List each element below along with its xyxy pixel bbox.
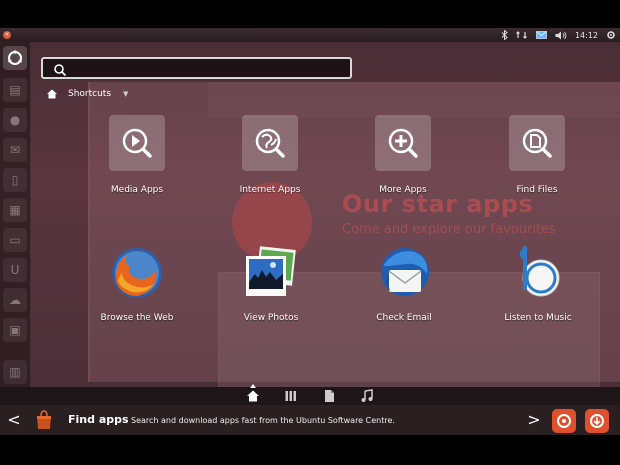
shortcut-media-apps[interactable]: Media Apps xyxy=(87,115,187,215)
shortcut-label: Media Apps xyxy=(110,185,164,195)
shortcut-find-files[interactable]: Find Files xyxy=(487,115,587,215)
network-icon[interactable] xyxy=(512,28,532,42)
thunderbird-icon xyxy=(381,248,429,296)
gear-icon[interactable] xyxy=(602,28,620,42)
launcher-ubuntu-one[interactable]: ☁ xyxy=(3,288,27,312)
shortcut-more-apps[interactable]: More Apps xyxy=(353,115,453,215)
filter-row[interactable]: Shortcuts ▼ xyxy=(46,87,128,101)
spreadsheet-icon: ▦ xyxy=(9,203,21,217)
music-icon xyxy=(361,389,373,402)
app-view-photos[interactable]: View Photos xyxy=(216,244,326,344)
banner-description: Search and download apps fast from the U… xyxy=(131,416,395,425)
find-files-icon xyxy=(522,128,552,158)
app-check-email[interactable]: Check Email xyxy=(349,244,459,344)
launcher-software-centre[interactable]: U xyxy=(3,258,27,282)
internet-apps-icon xyxy=(255,128,285,158)
more-apps-icon xyxy=(388,128,418,158)
shortcut-label: Internet Apps xyxy=(239,185,301,195)
launcher-writer[interactable]: ▯ xyxy=(3,168,27,192)
software-centre-icon: U xyxy=(10,263,20,277)
dash-home-button[interactable] xyxy=(3,46,27,70)
app-label: Browse the Web xyxy=(100,313,174,323)
ubuntu-logo-icon xyxy=(8,50,22,65)
letterbox-bottom xyxy=(0,435,620,465)
lens-files[interactable] xyxy=(321,388,337,404)
shortcut-tile xyxy=(375,115,431,171)
bluetooth-icon[interactable] xyxy=(497,28,512,42)
shortcut-tile xyxy=(109,115,165,171)
launcher-calc[interactable]: ▦ xyxy=(3,198,27,222)
filter-label: Shortcuts xyxy=(68,89,112,99)
launcher-impress[interactable]: ▭ xyxy=(3,228,27,252)
clock-label[interactable]: 14:12 xyxy=(571,28,602,42)
app-label: Listen to Music xyxy=(504,313,572,323)
shortcut-tile xyxy=(242,115,298,171)
software-centre-banner: < Find apps Search and download apps fas… xyxy=(0,405,620,435)
close-window-button[interactable]: × xyxy=(3,31,11,39)
launcher-home-folder[interactable]: ▤ xyxy=(3,78,27,102)
banner-title[interactable]: Find apps xyxy=(68,413,129,426)
top-panel: 14:12 xyxy=(0,28,620,42)
browser-icon: ● xyxy=(9,113,21,127)
mail-app-icon: ✉ xyxy=(9,143,21,157)
shortcut-tile xyxy=(509,115,565,171)
cloud-icon: ☁ xyxy=(9,293,21,307)
presentation-icon: ▭ xyxy=(9,233,21,247)
launcher: ▤ ● ✉ ▯ ▦ ▭ U ☁ ▣ ▥ xyxy=(0,42,31,387)
lens-bar xyxy=(0,384,620,405)
trash-icon: ▥ xyxy=(9,365,21,379)
volume-icon[interactable] xyxy=(551,28,571,42)
home-icon xyxy=(47,89,57,99)
screen: 14:12 × Our star apps Come and explore o… xyxy=(0,0,620,465)
workspaces-icon: ▣ xyxy=(9,323,21,337)
app-label: Check Email xyxy=(376,313,432,323)
applications-icon xyxy=(285,391,296,401)
app-browse-web[interactable]: Browse the Web xyxy=(82,244,192,344)
firefox-icon xyxy=(112,248,162,298)
shortcut-internet-apps[interactable]: Internet Apps xyxy=(220,115,320,215)
shortcut-label: Find Files xyxy=(516,185,558,195)
shopping-bag-icon xyxy=(37,410,51,429)
launcher-trash[interactable]: ▥ xyxy=(3,360,27,384)
featured-app-2[interactable] xyxy=(585,409,609,433)
shortcut-label: More Apps xyxy=(379,185,427,195)
search-input[interactable] xyxy=(73,61,347,79)
lens-applications[interactable] xyxy=(283,388,299,404)
mail-icon[interactable] xyxy=(532,28,551,42)
search-icon xyxy=(54,64,67,77)
app-label: View Photos xyxy=(243,313,299,323)
banshee-icon xyxy=(519,246,560,297)
letterbox-top xyxy=(0,0,620,28)
chevron-down-icon[interactable]: ▼ xyxy=(123,90,128,98)
files-icon xyxy=(325,390,334,402)
media-apps-icon xyxy=(122,128,152,158)
background-subline: Come and explore our favourites xyxy=(342,222,556,237)
launcher-email[interactable]: ✉ xyxy=(3,138,27,162)
background-toolbar xyxy=(208,82,620,118)
document-icon: ▯ xyxy=(11,173,19,187)
lens-home[interactable] xyxy=(245,384,261,404)
app-listen-music[interactable]: Listen to Music xyxy=(483,244,593,344)
launcher-workspaces[interactable]: ▣ xyxy=(3,318,27,342)
download-icon xyxy=(590,414,604,428)
ubuntu-one-icon xyxy=(557,414,571,428)
home-icon xyxy=(247,390,259,402)
lens-music[interactable] xyxy=(359,388,375,404)
photos-icon xyxy=(246,246,296,296)
prev-button[interactable]: < xyxy=(6,411,22,429)
launcher-firefox[interactable]: ● xyxy=(3,108,27,132)
featured-app-1[interactable] xyxy=(552,409,576,433)
search-box[interactable] xyxy=(41,57,352,79)
next-button[interactable]: > xyxy=(526,411,542,429)
folder-icon: ▤ xyxy=(9,83,21,97)
